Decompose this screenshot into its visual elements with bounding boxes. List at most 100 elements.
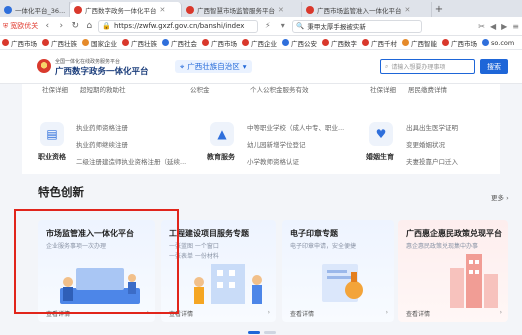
cut-off-item[interactable]: 社保详细 [370, 84, 396, 94]
cut-off-item[interactable]: 公积金 [190, 84, 210, 94]
security-badge[interactable]: ⛨ 宽欧优关 [3, 21, 38, 31]
browser-tab-active[interactable]: 广西数字政务一体化平台 ✕ [70, 2, 182, 17]
back-nav-icon[interactable]: ◀ [490, 22, 496, 31]
graduation-cap-icon: ▲ [210, 122, 234, 146]
service-link[interactable]: 二级注册建造师执业资格注册（延续... [76, 156, 196, 166]
chevron-right-icon: › [506, 194, 509, 202]
cut-off-item[interactable]: 超短期的救助社 [80, 84, 126, 94]
bookmark[interactable]: 广西千村 [362, 38, 397, 48]
service-grid: 社保详细 超短期的救助社 公积金 个人公积金服务有效 社保详细 居民缴费详情 ▤… [22, 84, 500, 174]
bookmark-favicon-icon [482, 39, 489, 46]
chevron-right-icon: › [499, 309, 502, 316]
marriage-icon: ♥ [369, 122, 393, 146]
site-subtitle: 全国一体化在线政务服务平台 [55, 59, 121, 65]
emblem-logo[interactable] [37, 59, 51, 73]
bookmark-favicon-icon [2, 39, 9, 46]
service-link[interactable]: 执业药师继续注册 [76, 139, 196, 149]
site-header: 全国一体化在线政务服务平台 广西数字政务一体化平台 ⌖ 广西壮族自治区 ▾ ⌕ … [0, 50, 522, 84]
location-pin-icon: ⌖ [180, 61, 185, 71]
bookmark-favicon-icon [122, 39, 129, 46]
cut-off-item[interactable]: 居民缴费详情 [408, 84, 447, 94]
bookmark[interactable]: 广西壮族 [122, 38, 157, 48]
back-icon[interactable]: ‹ [42, 21, 52, 31]
browser-tab[interactable]: 广西市场监管准入一体化平台 ✕ [302, 2, 432, 17]
dropdown-icon[interactable]: ▾ [277, 21, 288, 32]
bookmark[interactable]: 广西智能 [402, 38, 437, 48]
service-link[interactable]: 幼儿园新增学位登记 [247, 139, 357, 149]
chevron-right-icon: › [267, 309, 270, 316]
service-link[interactable]: 小学教师资格认证 [247, 156, 357, 166]
bookmark[interactable]: 广西企业 [242, 38, 277, 48]
search-icon: 🔍 [296, 22, 305, 30]
close-icon[interactable]: ✕ [405, 6, 411, 14]
bookmark[interactable]: 国家企业 [82, 38, 117, 48]
menu-icon[interactable]: ≡ [512, 22, 519, 31]
bookmark[interactable]: 广西数字 [322, 38, 357, 48]
tab-favicon-icon [306, 5, 314, 14]
featured-card-e-seal[interactable]: 电子印章专题 电子印章申请，安全便捷 查看详情 › [282, 220, 394, 322]
url-field[interactable]: 🔒 https://zwfw.gxzf.gov.cn/banshi/index [98, 19, 259, 33]
browser-search-input[interactable]: 🔍 秉甲太厚手报被实新 [292, 19, 423, 33]
region-selector[interactable]: ⌖ 广西壮族自治区 ▾ [175, 60, 252, 73]
bookmark-favicon-icon [322, 39, 329, 46]
bookmark-favicon-icon [362, 39, 369, 46]
bookmark-favicon-icon [82, 39, 89, 46]
close-icon[interactable]: ✕ [278, 6, 284, 14]
highlight-box [14, 209, 179, 314]
service-link[interactable]: 出具出生医学证明 [406, 122, 506, 132]
view-details-link[interactable]: 查看详情 [290, 309, 314, 318]
search-icon: ⌕ [385, 62, 389, 70]
bookmark[interactable]: 广西市场 [202, 38, 237, 48]
search-button[interactable]: 搜索 [480, 59, 508, 74]
buildings-illustration [450, 254, 498, 308]
bookmark[interactable]: 广西壮族 [42, 38, 77, 48]
lightning-icon[interactable]: ⚡ [262, 21, 273, 32]
carousel-pager [248, 331, 276, 334]
featured-section-title: 特色创新 [38, 185, 84, 199]
tab-favicon-icon [4, 5, 12, 14]
service-link[interactable]: 中等职业学校（成人中专、职业... [247, 122, 357, 132]
forward-icon[interactable]: › [56, 21, 66, 31]
site-title[interactable]: 广西数字政务一体化平台 [55, 65, 149, 77]
service-link[interactable]: 变更婚姻状况 [406, 139, 506, 149]
bookmark[interactable]: 广西市场 [2, 38, 37, 48]
chevron-right-icon: › [385, 309, 388, 316]
construction-illustration [194, 264, 262, 304]
seal-illustration [322, 264, 363, 302]
bookmark-favicon-icon [162, 39, 169, 46]
site-search-input[interactable]: ⌕ 请输入想要办理事项 [380, 59, 475, 74]
scissors-icon[interactable]: ✂ [478, 22, 485, 31]
bookmarks-bar: 广西市场 广西壮族 国家企业 广西壮族 广西社会 广西市场 广西企业 广西公安 … [0, 36, 522, 50]
cut-off-item[interactable]: 个人公积金服务有效 [250, 84, 309, 94]
browser-tab-strip: 一体化平台_36... 广西数字政务一体化平台 ✕ 广西智慧市场监管服务平台 ✕… [0, 0, 522, 17]
featured-card-policy[interactable]: 广西惠企惠民政策兑现平台 惠企惠民政策兑现集中办事 查看详情 › [398, 220, 508, 322]
bookmark[interactable]: 广西市场 [442, 38, 477, 48]
lock-icon: 🔒 [102, 22, 111, 30]
view-details-link[interactable]: 查看详情 [406, 309, 430, 318]
pager-dot[interactable] [264, 331, 276, 334]
more-link[interactable]: 更多 › [491, 192, 509, 202]
close-icon[interactable]: ✕ [160, 6, 166, 14]
bookmark-favicon-icon [42, 39, 49, 46]
reload-icon[interactable]: ↻ [70, 21, 80, 31]
browser-tab[interactable]: 一体化平台_36... [0, 2, 70, 17]
tab-favicon-icon [74, 5, 82, 14]
cut-off-item[interactable]: 社保详细 [42, 84, 68, 94]
tab-favicon-icon [186, 5, 194, 14]
service-link[interactable]: 执业药师资格注册 [76, 122, 196, 132]
bookmark-favicon-icon [442, 39, 449, 46]
forward-nav-icon[interactable]: ▶ [501, 22, 507, 31]
bookmark[interactable]: 广西公安 [282, 38, 317, 48]
new-tab-button[interactable]: + [432, 2, 446, 17]
chevron-down-icon: ▾ [242, 62, 247, 71]
browser-tab[interactable]: 广西智慧市场监管服务平台 ✕ [182, 2, 302, 17]
bookmark-favicon-icon [282, 39, 289, 46]
bookmark[interactable]: 广西社会 [162, 38, 197, 48]
bookmark-favicon-icon [402, 39, 409, 46]
bookmark-favicon-icon [242, 39, 249, 46]
certificate-icon: ▤ [40, 122, 64, 146]
bookmark[interactable]: so.com [482, 39, 514, 47]
pager-dot-active[interactable] [248, 331, 260, 334]
home-icon[interactable]: ⌂ [84, 21, 94, 31]
service-link[interactable]: 夫妻投靠户口迁入 [406, 156, 506, 166]
